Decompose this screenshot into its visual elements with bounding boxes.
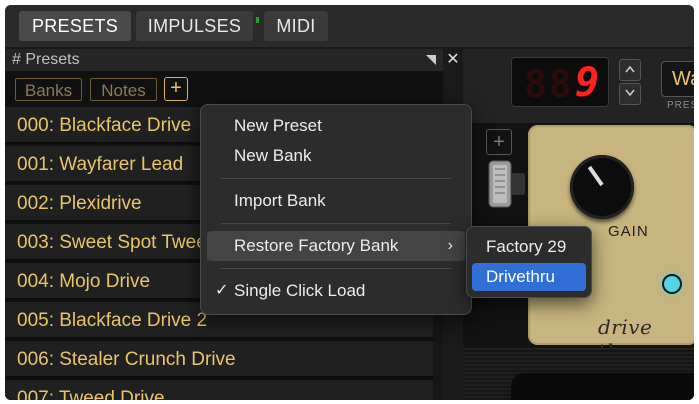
input-jack-icon — [481, 155, 527, 213]
tab-presets[interactable]: PRESETS — [19, 11, 131, 41]
panel-title: # Presets — [12, 51, 80, 68]
app-window: PRESETS IMPULSES MIDI # Presets Banks No… — [5, 5, 694, 400]
tab-midi[interactable]: MIDI — [264, 11, 328, 41]
tab-impulses[interactable]: IMPULSES — [136, 11, 253, 41]
submenu-drivethru[interactable]: Drivethru — [472, 263, 586, 291]
preset-up-button[interactable] — [619, 59, 641, 81]
preset-down-button[interactable] — [619, 83, 641, 105]
factory-bank-submenu: Factory 29 Drivethru — [466, 226, 592, 298]
add-preset-button[interactable]: + — [164, 77, 188, 101]
menu-import-bank[interactable]: Import Bank — [207, 186, 465, 216]
top-tab-bar: PRESETS IMPULSES MIDI — [5, 5, 694, 47]
preset-name-field[interactable]: Wa — [661, 61, 694, 97]
presets-toolbar: Banks Notes + — [5, 71, 443, 107]
submenu-factory-29[interactable]: Factory 29 — [472, 233, 586, 261]
banks-button[interactable]: Banks — [15, 78, 82, 101]
menu-new-preset[interactable]: New Preset — [207, 111, 465, 141]
preset-number: 9 — [575, 60, 600, 106]
menu-separator — [221, 178, 451, 179]
checkmark-icon: ✓ — [215, 282, 229, 299]
menu-restore-factory-bank[interactable]: Restore Factory Bank › — [207, 231, 465, 261]
menu-item-label: Single Click Load — [234, 281, 366, 300]
menu-separator — [221, 268, 451, 269]
dock-corner-icon[interactable] — [424, 53, 438, 67]
pedal-led-icon — [662, 274, 682, 294]
chevron-right-icon: › — [447, 237, 453, 254]
menu-item-label: Import Bank — [234, 191, 326, 210]
preset-item-006[interactable]: 006: Stealer Crunch Drive — [5, 341, 433, 378]
add-pedal-slot[interactable]: + — [486, 129, 512, 155]
presets-panel-header: # Presets — [5, 49, 443, 71]
preset-caption: PRES — [667, 100, 694, 111]
led-ghost-digits: 88 — [524, 62, 574, 106]
activity-led — [256, 17, 259, 23]
amp-body — [511, 373, 694, 400]
preset-context-menu: New Preset New Bank Import Bank Restore … — [200, 104, 472, 315]
menu-new-bank[interactable]: New Bank — [207, 141, 465, 171]
device-area: 88 9 Wa PRES + — [463, 49, 694, 400]
chevron-down-icon — [625, 89, 635, 97]
notes-button[interactable]: Notes — [90, 78, 157, 101]
preset-number-display: 88 9 — [511, 57, 609, 107]
chevron-up-icon — [625, 65, 635, 73]
gain-knob[interactable] — [570, 155, 634, 219]
gain-label: GAIN — [608, 223, 649, 240]
close-icon[interactable]: ✕ — [445, 52, 461, 68]
menu-item-label: New Bank — [234, 146, 312, 165]
menu-item-label: New Preset — [234, 116, 322, 135]
menu-separator — [221, 223, 451, 224]
menu-item-label: Restore Factory Bank — [234, 236, 399, 255]
preset-item-007[interactable]: 007: Tweed Drive — [5, 380, 433, 400]
knob-pointer — [587, 165, 604, 187]
menu-single-click-load[interactable]: ✓ Single Click Load — [207, 276, 465, 306]
